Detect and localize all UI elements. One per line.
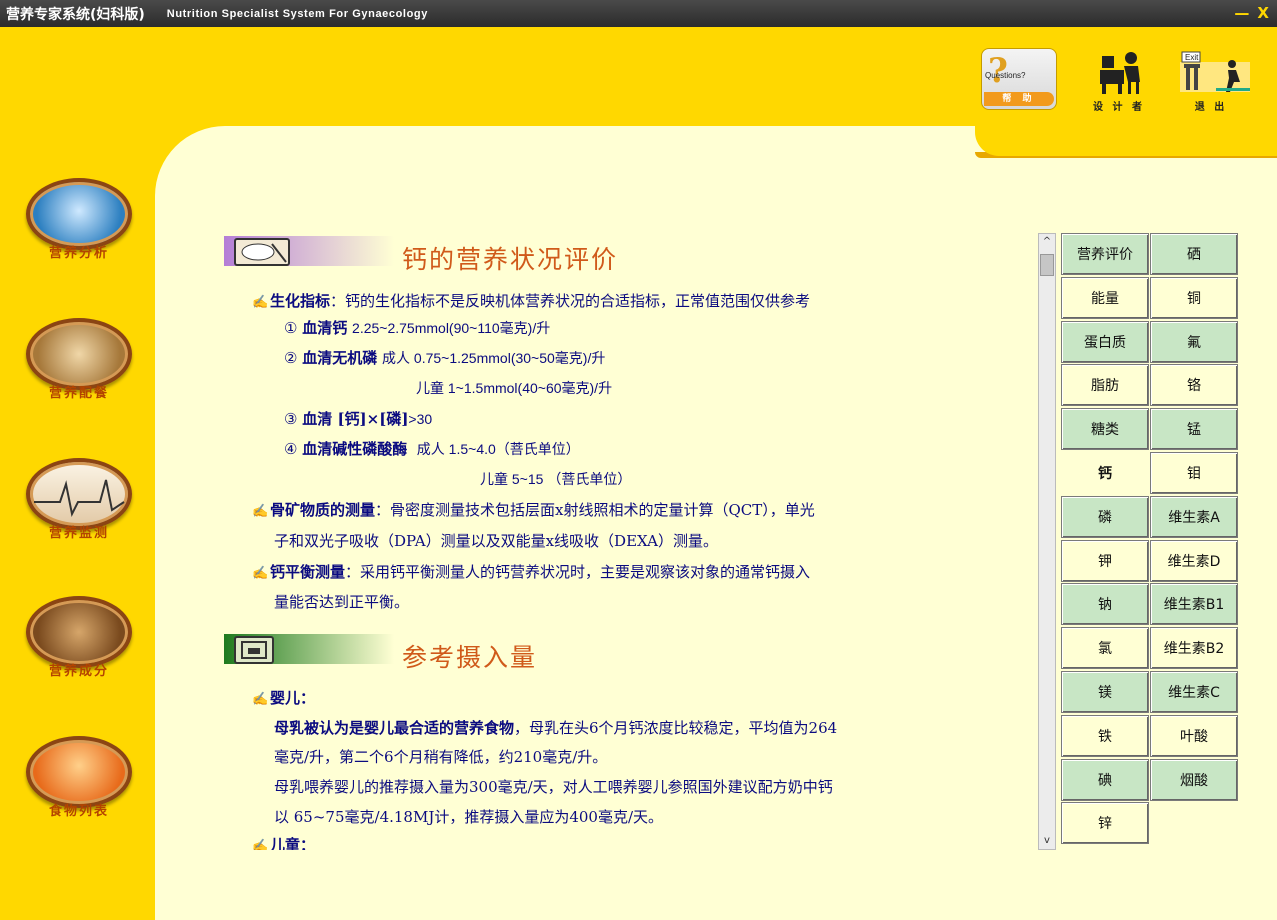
nutrient-tab[interactable]: 铁 <box>1061 714 1149 757</box>
list-item: ③ 血清 [钙]×[磷]>30 <box>284 410 433 428</box>
nutrient-tab[interactable]: 磷 <box>1061 495 1149 538</box>
scroll-up-button[interactable]: ^ <box>1039 234 1055 250</box>
minimize-button[interactable]: — <box>1234 4 1249 22</box>
nutrient-tab[interactable]: 维生素A <box>1150 495 1238 538</box>
nutrient-tab[interactable]: 叶酸 <box>1150 714 1238 757</box>
designer-icon <box>1084 48 1154 96</box>
microscope-icon <box>26 178 132 250</box>
nutrient-tab[interactable]: 锌 <box>1061 802 1149 845</box>
nutrient-tab[interactable]: 钙 <box>1061 452 1149 494</box>
nutrient-tab[interactable]: 钠 <box>1061 583 1149 626</box>
nutrient-tab[interactable]: 能量 <box>1061 276 1149 319</box>
nutrient-tab[interactable]: 硒 <box>1150 233 1238 275</box>
exit-icon: Exit <box>1176 48 1250 96</box>
list-item: 子和双光子吸收（DPA）测量以及双能量x线吸收（DEXA）测量。 <box>274 532 718 550</box>
sidebar-item-monitoring[interactable]: 营养监测 <box>20 458 138 541</box>
list-item: ① 血清钙 2.25~2.75mmol(90~110毫克)/升 <box>284 319 551 337</box>
nutrient-tab[interactable]: 维生素C <box>1150 671 1238 713</box>
window-controls: — X <box>1234 4 1269 22</box>
sidebar-item-label: 营养监测 <box>48 526 109 541</box>
designer-label: 设 计 者 <box>1093 102 1145 113</box>
exit-label: 退 出 <box>1194 102 1228 113</box>
title-bar: 营养专家系统(妇科版) Nutrition Specialist System … <box>0 0 1277 27</box>
scroll-thumb[interactable] <box>1040 254 1054 276</box>
list-item: ② 血清无机磷 成人 0.75~1.25mmol(30~50毫克)/升 <box>284 349 606 367</box>
nutrient-tab[interactable]: 钼 <box>1150 452 1238 494</box>
bullet-icon: ✍ <box>252 692 269 707</box>
list-item: 儿童 1~1.5mmol(40~60毫克)/升 <box>416 380 613 396</box>
nutrient-tab[interactable]: 营养评价 <box>1061 233 1149 275</box>
list-item: ✍ 钙平衡测量：采用钙平衡测量人的钙营养状况时，主要是观察该对象的通常钙摄入 <box>252 561 810 585</box>
help-label: 帮 助 <box>984 92 1054 106</box>
list-item: ✍ 生化指标：钙的生化指标不是反映机体营养状况的合适指标，正常值范围仅供参考 <box>252 290 810 314</box>
nutrient-tab[interactable]: 铜 <box>1150 276 1238 319</box>
list-item: 量能否达到正平衡。 <box>274 593 410 611</box>
sidebar-item-label: 营养配餐 <box>48 386 109 401</box>
meal-plate-icon <box>26 318 132 390</box>
list-item: ✍ 婴儿： <box>252 687 315 711</box>
nutrient-tab[interactable]: 糖类 <box>1061 408 1149 451</box>
bullet-icon: ✍ <box>252 566 269 581</box>
list-item: ✍ 儿童： <box>252 834 315 850</box>
content-scrollbar[interactable]: ^ v <box>1038 233 1056 850</box>
nutrient-tab[interactable]: 维生素D <box>1150 539 1238 582</box>
nutrient-tab[interactable]: 镁 <box>1061 671 1149 713</box>
sidebar-item-label: 食物列表 <box>48 804 109 819</box>
sidebar-item-label: 营养分析 <box>48 246 109 261</box>
nutrient-tab[interactable]: 蛋白质 <box>1061 320 1149 363</box>
vegetables-icon <box>26 736 132 808</box>
pane-tab <box>975 126 1277 156</box>
nutrient-tab[interactable]: 锰 <box>1150 408 1238 451</box>
app-title: 营养专家系统(妇科版) <box>6 6 145 23</box>
close-button[interactable]: X <box>1257 4 1269 22</box>
section-title-calcium: 钙的营养状况评价 <box>402 245 619 274</box>
sidebar-item-food-list[interactable]: 食物列表 <box>20 736 138 819</box>
list-item: 母乳喂养婴儿的推荐摄入量为300毫克/天，对人工喂养婴儿参照国外建议配方奶中钙 <box>274 778 833 796</box>
list-item: ✍ 骨矿物质的测量：骨密度测量技术包括层面x射线照相术的定量计算（QCT），单光 <box>252 499 815 523</box>
section-header-calcium <box>224 232 394 272</box>
nutrient-tab[interactable]: 维生素B2 <box>1150 627 1238 670</box>
bullet-icon: ✍ <box>252 295 269 310</box>
section-header-intake <box>224 630 394 670</box>
scroll-down-button[interactable]: v <box>1039 833 1055 849</box>
food-basket-icon <box>26 596 132 668</box>
bullet-icon: ✍ <box>252 839 269 850</box>
list-item: 儿童 5~15 （菩氏单位） <box>480 471 632 487</box>
list-item: 母乳被认为是婴儿最合适的营养食物，母乳在头6个月钙浓度比较稳定，平均值为264 <box>274 719 838 737</box>
list-item: ④ 血清碱性磷酸酶 成人 1.5~4.0（菩氏单位） <box>284 440 580 458</box>
list-item: 以 65~75毫克/4.18MJ计，推荐摄入量应为400毫克/天。 <box>274 808 664 826</box>
help-icon: ? Questions? 帮 助 <box>981 48 1057 110</box>
nutrient-tab[interactable]: 维生素B1 <box>1150 583 1238 626</box>
sidebar-item-composition[interactable]: 营养成分 <box>20 596 138 679</box>
nutrient-tab[interactable]: 氟 <box>1150 320 1238 363</box>
sidebar-item-analysis[interactable]: 营养分析 <box>20 178 138 261</box>
food-box-icon <box>234 636 274 664</box>
nutrient-tab[interactable]: 脂肪 <box>1061 364 1149 407</box>
nutrient-tab[interactable]: 碘 <box>1061 758 1149 801</box>
exit-button[interactable]: Exit 退 出 <box>1172 48 1250 116</box>
heartbeat-icon <box>26 458 132 530</box>
nutrient-tab[interactable]: 氯 <box>1061 627 1149 670</box>
app-subtitle: Nutrition Specialist System For Gynaecol… <box>166 7 428 20</box>
nutrient-tab[interactable]: 钾 <box>1061 539 1149 582</box>
help-button[interactable]: ? Questions? 帮 助 <box>980 48 1058 118</box>
sidebar-item-meal-planning[interactable]: 营养配餐 <box>20 318 138 401</box>
bullet-icon: ✍ <box>252 504 269 519</box>
nutrient-tab[interactable]: 铬 <box>1150 364 1238 407</box>
section-title-intake: 参考摄入量 <box>402 643 538 672</box>
nutrient-tab[interactable]: 烟酸 <box>1150 758 1238 801</box>
list-item: 毫克/升，第二个6个月稍有降低，约210毫克/升。 <box>274 748 608 766</box>
food-plate-icon <box>234 238 290 266</box>
svg-text:Exit: Exit <box>1185 53 1199 62</box>
designer-button[interactable]: 设 计 者 <box>1080 48 1158 116</box>
sidebar-item-label: 营养成分 <box>48 664 109 679</box>
